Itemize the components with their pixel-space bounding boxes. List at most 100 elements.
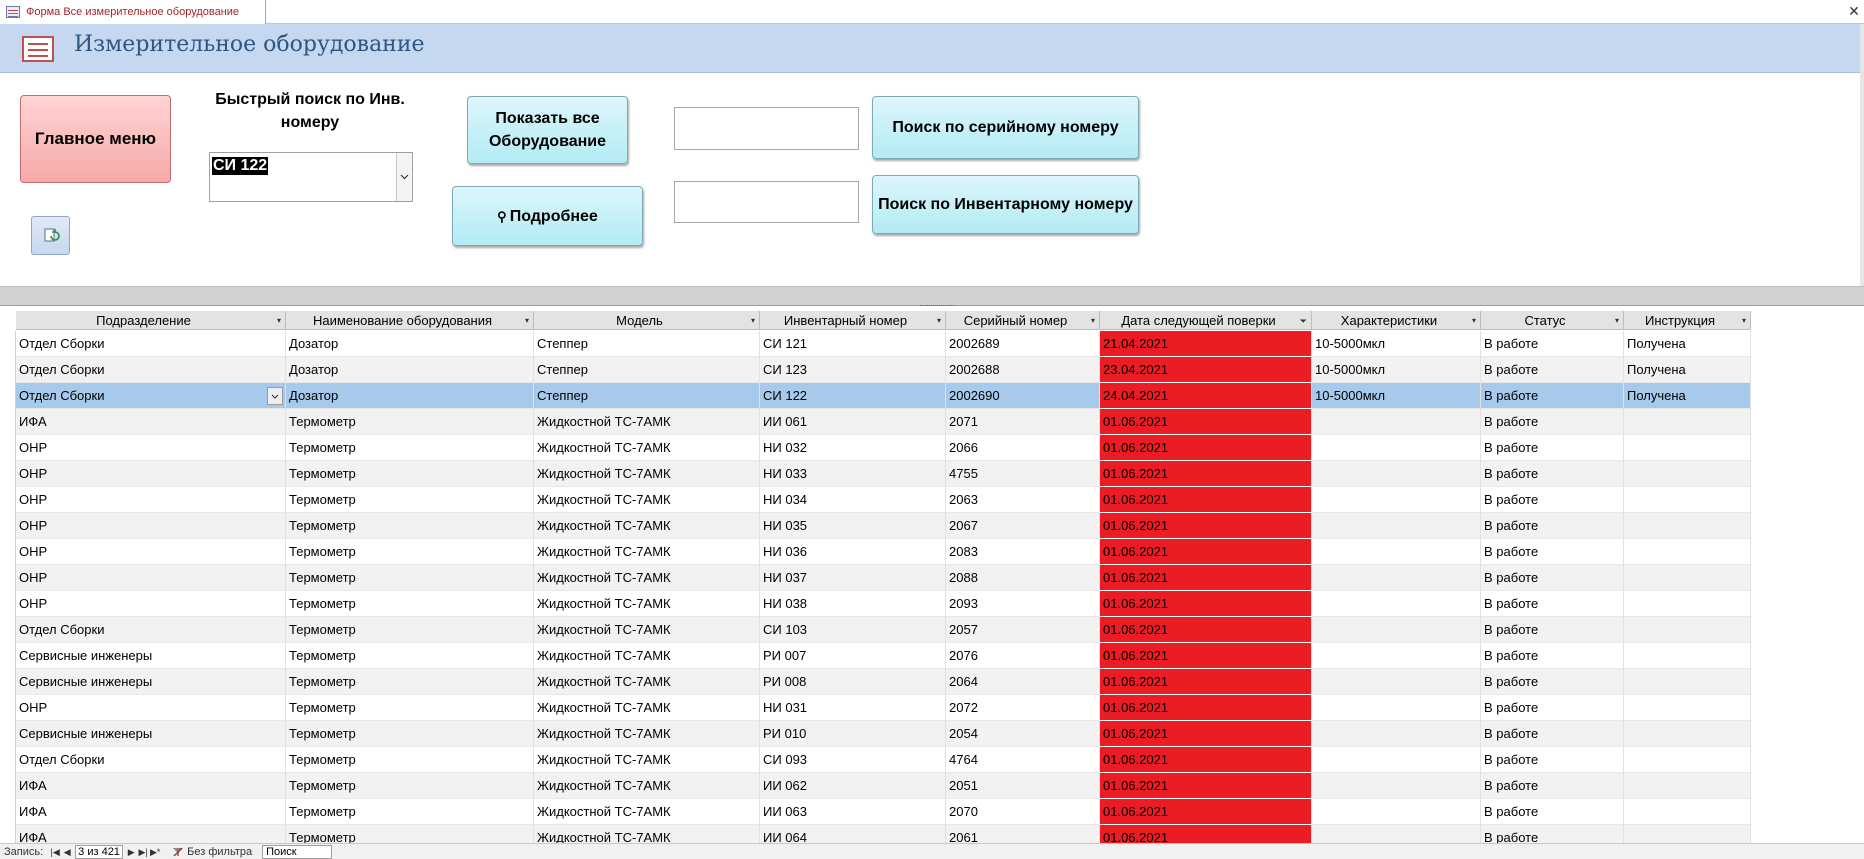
serial-number-cell[interactable]: 2057 <box>946 617 1100 643</box>
col-equipment-name-header[interactable]: Наименование оборудования ▾ <box>286 311 534 330</box>
characteristics-cell[interactable]: 10-5000мкл <box>1312 357 1481 383</box>
next-verification-date-cell[interactable]: 01.06.2021 <box>1100 409 1312 435</box>
next-verification-date-cell[interactable]: 01.06.2021 <box>1100 643 1312 669</box>
col-instruction-header[interactable]: Инструкция ▾ <box>1624 311 1751 330</box>
col-model-header[interactable]: Модель ▾ <box>534 311 760 330</box>
row-selector[interactable] <box>0 591 16 617</box>
instruction-cell[interactable] <box>1624 435 1751 461</box>
department-cell[interactable]: Отдел Сборки <box>16 617 286 643</box>
row-selector[interactable] <box>0 747 16 773</box>
equipment-name-cell[interactable]: Термометр <box>286 435 534 461</box>
department-cell[interactable]: ИФА <box>16 409 286 435</box>
row-selector[interactable] <box>0 669 16 695</box>
model-cell[interactable]: Жидкостной ТС-7АМК <box>534 773 760 799</box>
form-vertical-scrollbar[interactable] <box>1860 24 1864 286</box>
status-cell[interactable]: В работе <box>1481 799 1624 825</box>
characteristics-cell[interactable] <box>1312 747 1481 773</box>
inventory-number-cell[interactable]: НИ 033 <box>760 461 946 487</box>
row-selector[interactable] <box>0 773 16 799</box>
model-cell[interactable]: Жидкостной ТС-7АМК <box>534 747 760 773</box>
inventory-number-cell[interactable]: НИ 032 <box>760 435 946 461</box>
next-verification-date-cell[interactable]: 01.06.2021 <box>1100 773 1312 799</box>
status-cell[interactable]: В работе <box>1481 617 1624 643</box>
next-verification-date-cell[interactable]: 01.06.2021 <box>1100 487 1312 513</box>
serial-number-cell[interactable]: 2002689 <box>946 331 1100 357</box>
row-selector[interactable] <box>0 565 16 591</box>
next-verification-date-cell[interactable]: 01.06.2021 <box>1100 565 1312 591</box>
instruction-cell[interactable] <box>1624 773 1751 799</box>
model-cell[interactable]: Жидкостной ТС-7АМК <box>534 643 760 669</box>
row-selector[interactable] <box>0 721 16 747</box>
table-row[interactable]: ОНР Термометр Жидкостной ТС-7АМК НИ 032 2066… <box>0 435 1751 461</box>
serial-number-cell[interactable]: 2002688 <box>946 357 1100 383</box>
table-row[interactable]: Отдел Сборки Дозатор Степпер СИ 122 2002690 2… <box>0 383 1751 409</box>
serial-number-cell[interactable]: 2076 <box>946 643 1100 669</box>
characteristics-cell[interactable] <box>1312 591 1481 617</box>
instruction-cell[interactable] <box>1624 487 1751 513</box>
department-cell[interactable]: ОНР <box>16 435 286 461</box>
characteristics-cell[interactable] <box>1312 409 1481 435</box>
equipment-name-cell[interactable]: Термометр <box>286 461 534 487</box>
department-cell[interactable]: ОНР <box>16 513 286 539</box>
instruction-cell[interactable] <box>1624 643 1751 669</box>
model-cell[interactable]: Жидкостной ТС-7АМК <box>534 799 760 825</box>
serial-number-cell[interactable]: 2088 <box>946 565 1100 591</box>
col-department-header[interactable]: Подразделение ▾ <box>16 311 286 330</box>
department-cell[interactable]: Сервисные инженеры <box>16 721 286 747</box>
instruction-cell[interactable] <box>1624 669 1751 695</box>
inventory-number-input[interactable] <box>674 181 859 223</box>
status-cell[interactable]: В работе <box>1481 461 1624 487</box>
model-cell[interactable]: Жидкостной ТС-7АМК <box>534 591 760 617</box>
characteristics-cell[interactable]: 10-5000мкл <box>1312 331 1481 357</box>
department-cell[interactable]: ОНР <box>16 461 286 487</box>
model-cell[interactable]: Жидкостной ТС-7АМК <box>534 539 760 565</box>
characteristics-cell[interactable]: 10-5000мкл <box>1312 383 1481 409</box>
instruction-cell[interactable]: Получена <box>1624 331 1751 357</box>
record-position-field[interactable]: 3 из 421 <box>75 844 124 859</box>
model-cell[interactable]: Жидкостной ТС-7АМК <box>534 617 760 643</box>
next-verification-date-cell[interactable]: 01.06.2021 <box>1100 747 1312 773</box>
instruction-cell[interactable] <box>1624 747 1751 773</box>
table-row[interactable]: ОНР Термометр Жидкостной ТС-7АМК НИ 038 2093… <box>0 591 1751 617</box>
serial-number-cell[interactable]: 2066 <box>946 435 1100 461</box>
instruction-cell[interactable]: Получена <box>1624 383 1751 409</box>
col-next-verification-date-header[interactable]: Дата следующей поверки ⏷ <box>1100 311 1312 330</box>
column-dropdown-icon[interactable]: ▾ <box>1615 316 1619 325</box>
instruction-cell[interactable] <box>1624 409 1751 435</box>
main-menu-button[interactable]: Главное меню <box>20 95 171 183</box>
model-cell[interactable]: Жидкостной ТС-7АМК <box>534 669 760 695</box>
characteristics-cell[interactable] <box>1312 435 1481 461</box>
model-cell[interactable]: Степпер <box>534 357 760 383</box>
equipment-name-cell[interactable]: Термометр <box>286 617 534 643</box>
equipment-name-cell[interactable]: Термометр <box>286 669 534 695</box>
serial-number-input[interactable] <box>674 107 859 150</box>
serial-number-cell[interactable]: 2083 <box>946 539 1100 565</box>
table-row[interactable]: Сервисные инженеры Термометр Жидкостной ТС… <box>0 721 1751 747</box>
row-selector[interactable] <box>0 539 16 565</box>
characteristics-cell[interactable] <box>1312 513 1481 539</box>
department-cell[interactable]: Отдел Сборки <box>16 747 286 773</box>
next-verification-date-cell[interactable]: 01.06.2021 <box>1100 721 1312 747</box>
column-dropdown-icon[interactable]: ▾ <box>1091 316 1095 325</box>
row-selector[interactable] <box>0 331 16 357</box>
equipment-name-cell[interactable]: Термометр <box>286 513 534 539</box>
serial-number-cell[interactable]: 2063 <box>946 487 1100 513</box>
inventory-number-cell[interactable]: НИ 036 <box>760 539 946 565</box>
status-cell[interactable]: В работе <box>1481 383 1624 409</box>
close-icon[interactable]: ✕ <box>1846 2 1862 20</box>
characteristics-cell[interactable] <box>1312 617 1481 643</box>
inventory-number-cell[interactable]: НИ 037 <box>760 565 946 591</box>
column-dropdown-icon[interactable]: ⏷ <box>1300 316 1307 327</box>
model-cell[interactable]: Жидкостной ТС-7АМК <box>534 721 760 747</box>
equipment-name-cell[interactable]: Термометр <box>286 487 534 513</box>
chevron-down-icon[interactable] <box>267 387 283 405</box>
inventory-number-cell[interactable]: ИИ 062 <box>760 773 946 799</box>
characteristics-cell[interactable] <box>1312 825 1481 843</box>
table-row[interactable]: ИФА Термометр Жидкостной ТС-7АМК ИИ 064 2061… <box>0 825 1751 843</box>
department-cell[interactable]: ОНР <box>16 539 286 565</box>
inventory-number-cell[interactable]: СИ 103 <box>760 617 946 643</box>
table-row[interactable]: Сервисные инженеры Термометр Жидкостной ТС… <box>0 643 1751 669</box>
row-selector[interactable] <box>0 799 16 825</box>
status-cell[interactable]: В работе <box>1481 747 1624 773</box>
next-verification-date-cell[interactable]: 24.04.2021 <box>1100 383 1312 409</box>
